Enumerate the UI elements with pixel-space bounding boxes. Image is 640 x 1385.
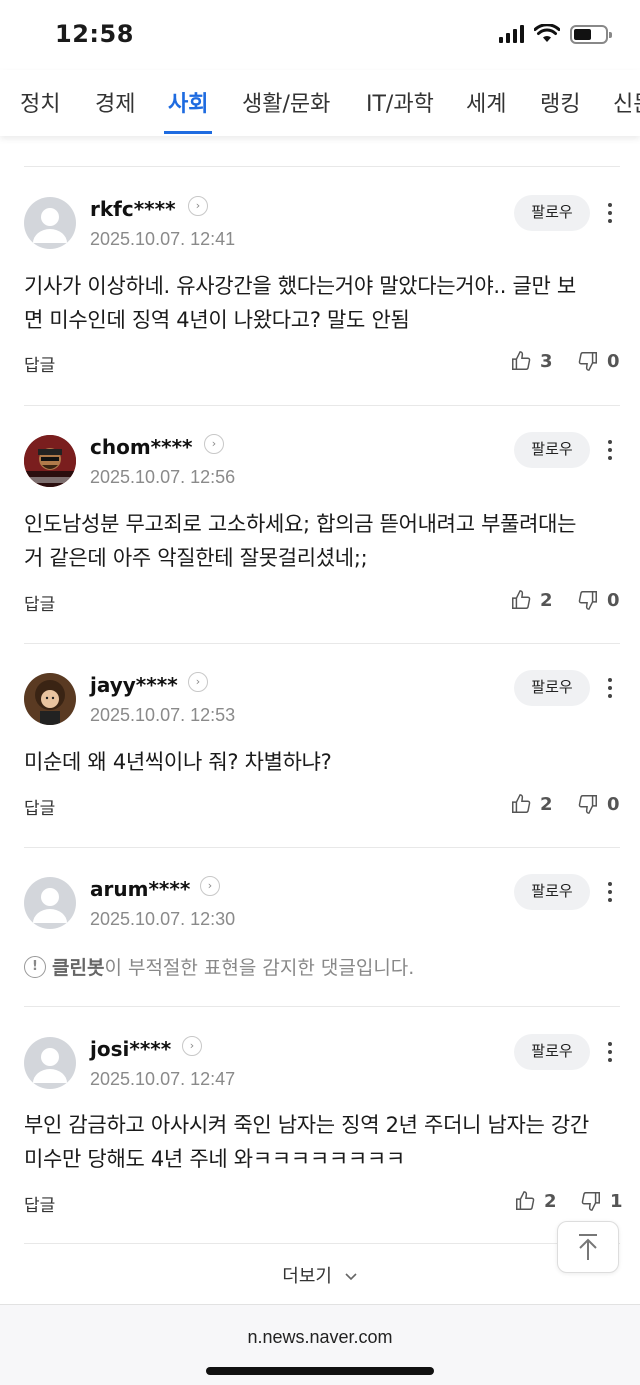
dislike-count: 0 xyxy=(607,793,620,815)
follow-button[interactable]: 팔로우 xyxy=(514,1034,590,1070)
comment-author[interactable]: rkfc**** xyxy=(90,197,176,221)
dislike-count: 0 xyxy=(607,589,620,611)
dislike-count: 1 xyxy=(610,1190,623,1212)
load-more-label: 더보기 xyxy=(282,1266,332,1287)
load-more-button[interactable]: 더보기 xyxy=(0,1262,640,1288)
comment-text: 부인 감금하고 아사시켜 죽인 남자는 징역 2년 주더니 남자는 강간미수만 … xyxy=(24,1113,589,1171)
divider xyxy=(24,643,620,644)
comment-author[interactable]: josi**** xyxy=(90,1037,171,1061)
comment-author[interactable]: chom**** xyxy=(90,435,193,459)
more-options-icon[interactable] xyxy=(600,874,620,910)
tab-it-science[interactable]: IT/과학 xyxy=(366,70,434,136)
reply-button[interactable]: 답글 xyxy=(24,1191,55,1216)
category-nav: 정치 경제 사회 생활/문화 IT/과학 세계 랭킹 신문 xyxy=(0,70,640,136)
chevron-right-icon[interactable]: › xyxy=(188,196,208,216)
dislike-button[interactable]: 1 xyxy=(580,1190,623,1212)
dislike-button[interactable]: 0 xyxy=(577,793,620,815)
more-options-icon[interactable] xyxy=(600,432,620,468)
thumbs-down-icon xyxy=(581,1192,600,1211)
divider xyxy=(24,166,620,167)
thumbs-up-icon xyxy=(512,794,531,813)
comment-author[interactable]: arum**** xyxy=(90,877,190,901)
thumbs-down-icon xyxy=(578,795,597,814)
tab-life-culture[interactable]: 생활/문화 xyxy=(242,70,330,136)
tab-ranking[interactable]: 랭킹 xyxy=(540,70,580,136)
comment-text: 기사가 이상하네. 유사강간을 했다는거야 말았다는거야.. 글만 보면 미수인… xyxy=(24,274,576,332)
divider xyxy=(24,847,620,848)
thumbs-down-icon xyxy=(578,352,597,371)
tab-politics[interactable]: 정치 xyxy=(20,70,60,136)
reply-button[interactable]: 답글 xyxy=(24,794,55,819)
like-button[interactable]: 2 xyxy=(510,793,553,815)
tab-economy[interactable]: 경제 xyxy=(95,70,135,136)
comment-text: 인도남성분 무고죄로 고소하세요; 합의금 뜯어내려고 부풀려대는거 같은데 아… xyxy=(24,512,577,570)
avatar[interactable] xyxy=(24,435,76,487)
comment-date: 2025.10.07. 12:47 xyxy=(90,1069,236,1089)
cleanbot-name: 클린봇 xyxy=(52,957,105,979)
dislike-count: 0 xyxy=(607,350,620,372)
avatar[interactable] xyxy=(24,1037,76,1089)
comment-text: 미순데 왜 4년씩이나 줘? 차별하냐? xyxy=(24,750,332,774)
warning-icon: ! xyxy=(24,955,46,978)
chevron-down-icon xyxy=(345,1273,357,1281)
comment-date: 2025.10.07. 12:41 xyxy=(90,229,236,249)
divider xyxy=(24,1006,620,1007)
thumbs-down-icon xyxy=(578,591,597,610)
thumbs-up-icon xyxy=(516,1191,535,1210)
dislike-button[interactable]: 0 xyxy=(577,589,620,611)
status-bar: 12:58 xyxy=(0,0,640,70)
dislike-button[interactable]: 0 xyxy=(577,350,620,372)
url-text[interactable]: n.news.naver.com xyxy=(0,1327,640,1348)
cellular-signal-icon xyxy=(499,25,524,43)
follow-button[interactable]: 팔로우 xyxy=(514,670,590,706)
more-options-icon[interactable] xyxy=(600,1034,620,1070)
comment-date: 2025.10.07. 12:56 xyxy=(90,467,236,487)
cleanbot-notice[interactable]: ! 클린봇이 부적절한 표현을 감지한 댓글입니다. xyxy=(24,953,414,980)
like-count: 2 xyxy=(540,793,553,815)
comment-date: 2025.10.07. 12:53 xyxy=(90,705,236,725)
tab-world[interactable]: 세계 xyxy=(466,70,506,136)
follow-button[interactable]: 팔로우 xyxy=(514,874,590,910)
like-button[interactable]: 3 xyxy=(510,350,553,372)
cleanbot-message: 이 부적절한 표현을 감지한 댓글입니다. xyxy=(104,957,415,979)
reply-button[interactable]: 답글 xyxy=(24,590,55,615)
like-count: 3 xyxy=(540,350,553,372)
like-button[interactable]: 2 xyxy=(514,1190,557,1212)
chevron-right-icon[interactable]: › xyxy=(182,1036,202,1056)
divider xyxy=(24,405,620,406)
comment-date: 2025.10.07. 12:30 xyxy=(90,909,236,929)
tab-society[interactable]: 사회 xyxy=(163,70,214,136)
scroll-to-top-button[interactable] xyxy=(557,1221,619,1273)
chevron-right-icon[interactable]: › xyxy=(204,434,224,454)
comment-author[interactable]: jayy**** xyxy=(90,673,178,697)
thumbs-up-icon xyxy=(512,351,531,370)
arrow-up-icon xyxy=(579,1234,597,1260)
like-button[interactable]: 2 xyxy=(510,589,553,611)
more-options-icon[interactable] xyxy=(600,195,620,231)
tab-newspaper[interactable]: 신문 xyxy=(613,70,640,136)
avatar[interactable] xyxy=(24,673,76,725)
status-icons xyxy=(499,24,612,44)
status-time: 12:58 xyxy=(55,20,134,48)
avatar[interactable] xyxy=(24,877,76,929)
battery-icon xyxy=(570,24,612,44)
avatar[interactable] xyxy=(24,197,76,249)
wifi-icon xyxy=(534,24,560,42)
thumbs-up-icon xyxy=(512,590,531,609)
divider xyxy=(24,1243,620,1244)
like-count: 2 xyxy=(544,1190,557,1212)
browser-url-bar[interactable]: n.news.naver.com xyxy=(0,1304,640,1385)
chevron-right-icon[interactable]: › xyxy=(188,672,208,692)
like-count: 2 xyxy=(540,589,553,611)
home-indicator[interactable] xyxy=(206,1367,434,1375)
follow-button[interactable]: 팔로우 xyxy=(514,432,590,468)
more-options-icon[interactable] xyxy=(600,670,620,706)
follow-button[interactable]: 팔로우 xyxy=(514,195,590,231)
reply-button[interactable]: 답글 xyxy=(24,351,55,376)
chevron-right-icon[interactable]: › xyxy=(200,876,220,896)
